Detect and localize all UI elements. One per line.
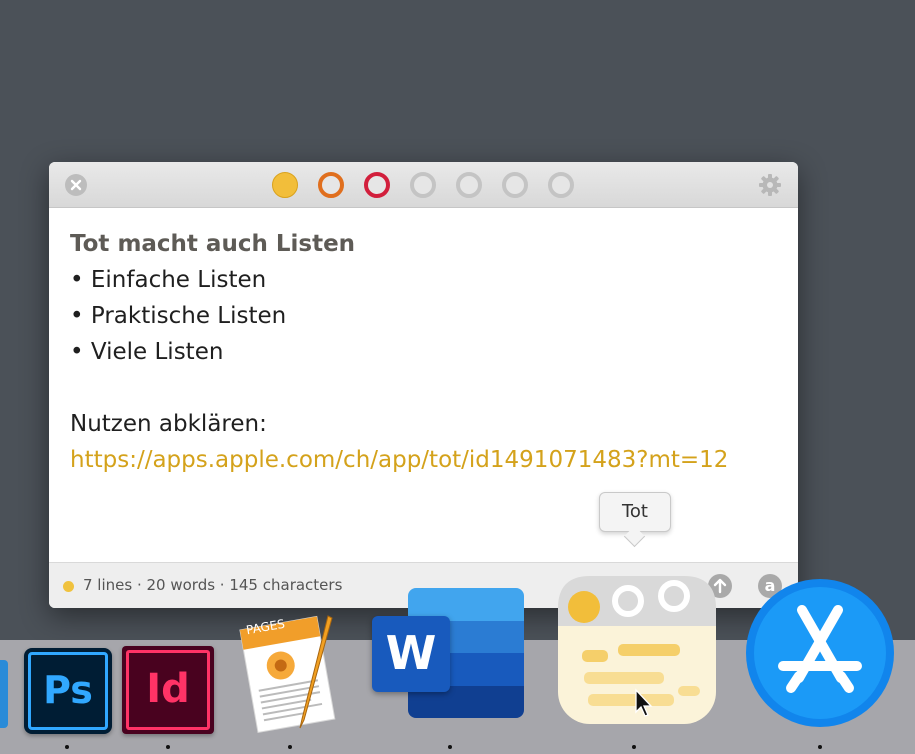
- dock-app-pages[interactable]: PAGES: [234, 608, 346, 736]
- note-title: Tot macht auch Listen: [70, 231, 356, 257]
- dot-red[interactable]: [364, 172, 390, 198]
- dock-app-app-store[interactable]: [745, 578, 895, 728]
- title-bar: [49, 162, 798, 208]
- dock-app-partial[interactable]: [0, 660, 8, 728]
- word-label: W: [385, 626, 437, 680]
- status-color-dot: [63, 581, 74, 592]
- list-item: • Viele Listen: [70, 339, 224, 365]
- app-store-link[interactable]: https://apps.apple.com/ch/app/tot/id1491…: [70, 442, 778, 478]
- dot-gray-4[interactable]: [548, 172, 574, 198]
- list-item: • Einfache Listen: [70, 267, 267, 293]
- dock-app-tot[interactable]: [556, 574, 718, 726]
- dot-orange[interactable]: [318, 172, 344, 198]
- dock-running-indicator: [632, 745, 636, 749]
- dock-app-indesign[interactable]: Id: [122, 646, 214, 734]
- dot-gray-2[interactable]: [456, 172, 482, 198]
- dock-running-indicator: [448, 745, 452, 749]
- dock-app-photoshop[interactable]: Ps: [24, 648, 112, 734]
- note-body-label: Nutzen abklären:: [70, 411, 267, 437]
- dot-gray-3[interactable]: [502, 172, 528, 198]
- dock-app-word[interactable]: W: [372, 588, 524, 718]
- dot-yellow[interactable]: [272, 172, 298, 198]
- dock-running-indicator: [65, 745, 69, 749]
- dock-running-indicator: [166, 745, 170, 749]
- gear-icon[interactable]: [758, 173, 782, 197]
- list-item: • Praktische Listen: [70, 303, 287, 329]
- note-editor[interactable]: Tot macht auch Listen • Einfache Listen …: [70, 226, 778, 478]
- dock-running-indicator: [818, 745, 822, 749]
- dock-running-indicator: [288, 745, 292, 749]
- note-stats: 7 lines · 20 words · 145 characters: [83, 576, 343, 594]
- indesign-label: Id: [146, 666, 190, 712]
- close-icon[interactable]: [65, 174, 87, 196]
- photoshop-label: Ps: [43, 668, 93, 712]
- tot-popover-window: Tot macht auch Listen • Einfache Listen …: [49, 162, 798, 608]
- dot-gray-1[interactable]: [410, 172, 436, 198]
